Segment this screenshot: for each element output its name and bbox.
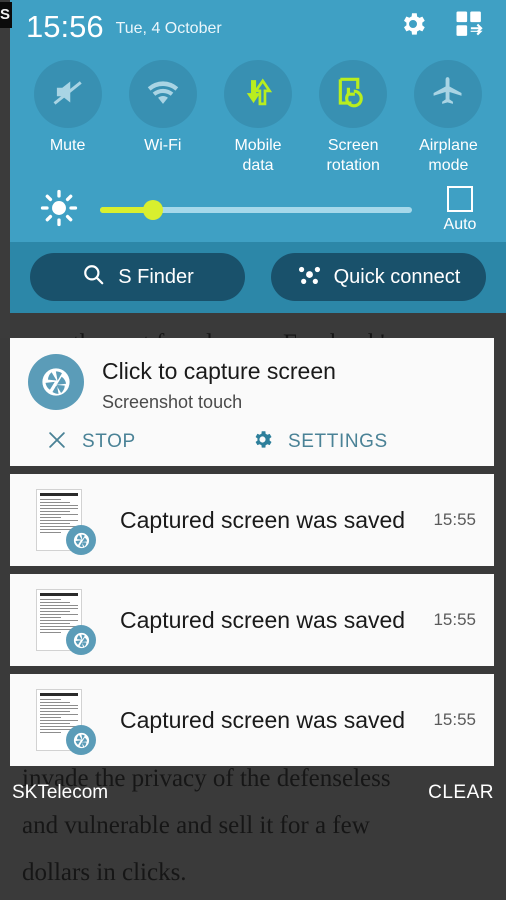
notification-actions: STOP SETTINGS — [28, 428, 476, 456]
toggle-screen-rotation-label: Screen rotation — [326, 137, 380, 174]
brightness-row: Auto — [10, 176, 506, 242]
screenshot-thumbnail — [36, 489, 96, 555]
left-edge-strip — [0, 0, 10, 338]
quick-settings-header: 15:56 Tue, 4 October — [10, 0, 506, 52]
notification-time: 15:55 — [433, 610, 476, 629]
toggle-airplane-mode-label: Airplane mode — [419, 137, 478, 174]
brightness-slider[interactable] — [100, 200, 412, 220]
notification-captured-screen[interactable]: Captured screen was saved 15:55 — [10, 574, 494, 666]
notification-footer: SKTelecom CLEAR — [0, 778, 506, 808]
quick-settings-edit-icon — [454, 9, 484, 44]
quick-connect-label: Quick connect — [333, 265, 461, 288]
background-text-line: and vulnerable and sell it for a few — [22, 812, 370, 839]
notification-subtitle: Screenshot touch — [102, 392, 243, 412]
camera-shutter-icon — [66, 725, 96, 755]
screenshot-thumbnail — [36, 589, 96, 655]
notification-list: Click to capture screen Screenshot touch… — [10, 338, 494, 774]
quick-settings-panel: 15:56 Tue, 4 October Mute Wi-Fi Mobile d… — [10, 0, 506, 313]
toggle-mobile-data-label: Mobile data — [234, 137, 282, 174]
quick-connect-hub-icon — [297, 262, 322, 292]
auto-brightness-checkbox[interactable] — [447, 186, 473, 212]
stop-button[interactable]: STOP — [46, 428, 251, 456]
toggle-wifi[interactable]: Wi-Fi — [115, 60, 210, 176]
toggle-mute-circle — [33, 60, 102, 128]
notification-content: Click to capture screen Screenshot touch… — [10, 338, 494, 466]
toggle-airplane-mode-circle — [414, 60, 483, 128]
notification-title: Captured screen was saved — [120, 606, 406, 633]
gear-icon — [398, 9, 428, 44]
gear-icon — [251, 428, 274, 456]
settings-action-label: SETTINGS — [288, 431, 388, 452]
status-bar-ghost-text: S — [0, 2, 12, 28]
toggle-mobile-data[interactable]: Mobile data — [210, 60, 305, 176]
camera-shutter-icon — [66, 525, 96, 555]
auto-brightness-label: Auto — [443, 216, 477, 233]
shortcut-row: S Finder Quick connect — [10, 242, 506, 313]
background-text-line: dollars in clicks. — [22, 859, 187, 886]
notification-screenshot-touch[interactable]: Click to capture screen Screenshot touch… — [10, 338, 494, 466]
auto-brightness-toggle[interactable]: Auto — [432, 186, 488, 234]
mute-icon — [50, 74, 86, 115]
clock: 15:56 — [26, 8, 104, 44]
airplane-icon — [430, 74, 466, 115]
notification-title: Captured screen was saved — [120, 706, 406, 733]
toggle-mobile-data-circle — [224, 60, 292, 128]
notification-title: Click to capture screen — [102, 358, 336, 384]
quick-connect-button[interactable]: Quick connect — [271, 253, 486, 301]
wifi-icon — [144, 73, 182, 116]
toggle-wifi-label: Wi-Fi — [144, 137, 182, 154]
s-finder-button[interactable]: S Finder — [30, 253, 245, 301]
clear-all-button[interactable]: CLEAR — [428, 782, 494, 804]
camera-shutter-icon — [28, 354, 84, 410]
stop-button-label: STOP — [82, 431, 136, 452]
toggle-screen-rotation[interactable]: Screen rotation — [306, 60, 401, 176]
date-label: Tue, 4 October — [115, 19, 222, 37]
quick-toggle-row: Mute Wi-Fi Mobile data Screen rotation A… — [10, 52, 506, 176]
mobile-data-icon — [239, 73, 277, 116]
close-x-icon — [46, 429, 68, 456]
search-icon — [81, 262, 106, 292]
toggle-mute[interactable]: Mute — [20, 60, 115, 176]
camera-shutter-icon — [66, 625, 96, 655]
notification-time: 15:55 — [433, 710, 476, 729]
toggle-mute-label: Mute — [49, 137, 86, 154]
notification-captured-screen[interactable]: Captured screen was saved 15:55 — [10, 474, 494, 566]
toggle-screen-rotation-circle — [319, 60, 388, 128]
brightness-sun-icon — [40, 189, 78, 232]
toggle-airplane-mode[interactable]: Airplane mode — [401, 60, 496, 176]
toggle-wifi-circle — [128, 60, 197, 128]
screen-rotation-icon — [334, 73, 372, 116]
s-finder-label: S Finder — [118, 265, 194, 288]
carrier-label: SKTelecom — [12, 782, 109, 803]
notification-time: 15:55 — [433, 510, 476, 529]
edit-quick-settings-button[interactable] — [454, 9, 484, 44]
screenshot-thumbnail — [36, 689, 96, 755]
settings-action-button[interactable]: SETTINGS — [251, 428, 388, 456]
notification-title: Captured screen was saved — [120, 506, 406, 533]
settings-button[interactable] — [398, 9, 428, 44]
notification-captured-screen[interactable]: Captured screen was saved 15:55 — [10, 674, 494, 766]
brightness-slider-thumb[interactable] — [143, 200, 164, 220]
